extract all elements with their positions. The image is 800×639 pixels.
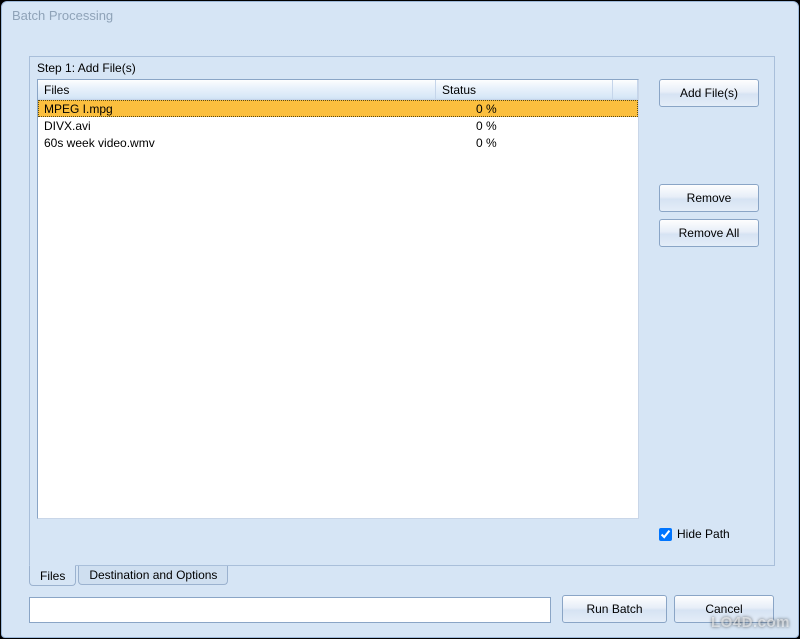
hide-path-checkbox[interactable] — [659, 528, 672, 541]
add-files-button[interactable]: Add File(s) — [659, 79, 759, 107]
step-label: Step 1: Add File(s) — [37, 61, 136, 75]
listview-body: MPEG I.mpg0 %DIVX.avi0 %60s week video.w… — [38, 100, 638, 151]
hide-path-checkbox-wrap[interactable]: Hide Path — [659, 527, 759, 541]
tab-destination-options[interactable]: Destination and Options — [78, 566, 228, 585]
hide-path-label: Hide Path — [677, 527, 730, 541]
remove-button[interactable]: Remove — [659, 184, 759, 212]
titlebar[interactable]: Batch Processing — [2, 2, 798, 30]
cell-file: MPEG I.mpg — [38, 102, 436, 116]
cell-status: 0 % — [436, 119, 613, 133]
column-header-status[interactable]: Status — [436, 80, 613, 100]
remove-all-button[interactable]: Remove All — [659, 219, 759, 247]
table-row[interactable]: DIVX.avi0 % — [38, 117, 638, 134]
step-panel: Step 1: Add File(s) Files Status MPEG I.… — [29, 56, 775, 566]
cell-status: 0 % — [436, 102, 613, 116]
table-row[interactable]: MPEG I.mpg0 % — [38, 100, 638, 117]
cell-file: 60s week video.wmv — [38, 136, 436, 150]
column-header-padding — [613, 80, 638, 100]
cell-file: DIVX.avi — [38, 119, 436, 133]
window-title: Batch Processing — [12, 8, 113, 23]
run-batch-button[interactable]: Run Batch — [562, 595, 667, 623]
file-listview[interactable]: Files Status MPEG I.mpg0 %DIVX.avi0 %60s… — [37, 79, 639, 519]
cell-status: 0 % — [436, 136, 613, 150]
column-header-files[interactable]: Files — [38, 80, 436, 100]
table-row[interactable]: 60s week video.wmv0 % — [38, 134, 638, 151]
dialog-window: Batch Processing Step 1: Add File(s) Fil… — [1, 1, 799, 638]
listview-header: Files Status — [38, 80, 638, 100]
cancel-button[interactable]: Cancel — [674, 595, 774, 623]
tabs-row: Files Destination and Options — [29, 566, 230, 588]
tab-files[interactable]: Files — [29, 565, 76, 586]
progress-input[interactable] — [29, 597, 551, 623]
